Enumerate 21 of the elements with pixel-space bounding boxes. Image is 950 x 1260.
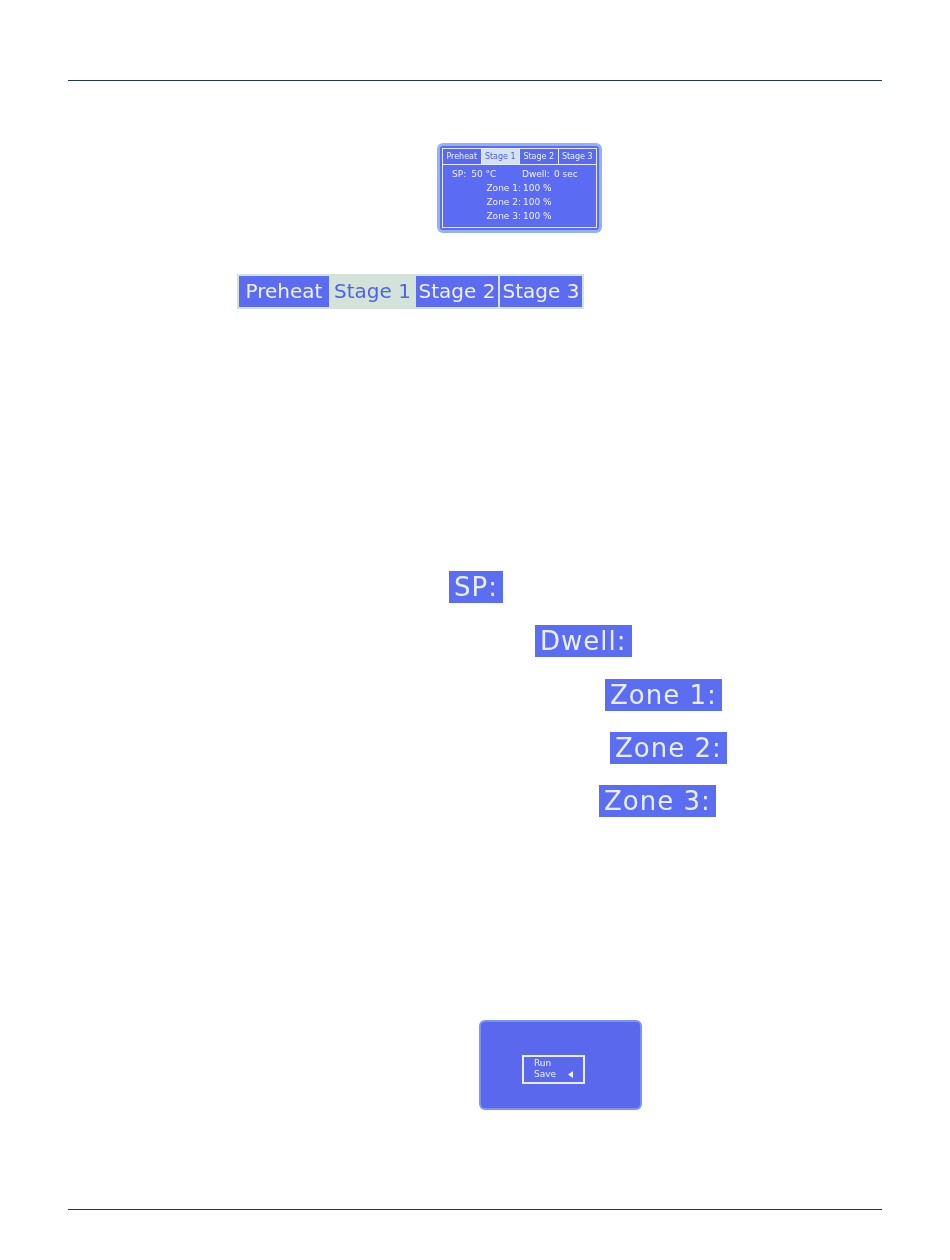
tab[interactable]: Preheat xyxy=(239,276,329,307)
dwell-value: 0 sec xyxy=(553,168,578,181)
field-label: Zone 2: xyxy=(610,732,727,764)
setpoint-value: 50 °C xyxy=(471,168,497,181)
field-label: Zone 1: xyxy=(605,679,722,711)
zone-label: Zone 3: xyxy=(486,210,521,223)
zone-label: Zone 2: xyxy=(486,196,521,209)
zone-value: 100 % xyxy=(523,210,553,223)
tab[interactable]: Stage 1 xyxy=(480,149,519,164)
tab[interactable]: Stage 2 xyxy=(416,276,498,307)
menu-item[interactable]: Save xyxy=(534,1069,568,1080)
tab[interactable]: Stage 3 xyxy=(500,276,582,307)
field-label: SP: xyxy=(449,571,503,603)
dwell-label: Dwell: xyxy=(522,168,550,181)
menu-item[interactable]: Run xyxy=(534,1058,568,1069)
field-label: Dwell: xyxy=(535,625,632,657)
zone-value: 100 % xyxy=(523,196,553,209)
field-label: Zone 3: xyxy=(599,785,716,817)
setpoint-label: SP: xyxy=(452,168,467,181)
zone-label: Zone 1: xyxy=(486,182,521,195)
zone-value: 100 % xyxy=(523,182,553,195)
